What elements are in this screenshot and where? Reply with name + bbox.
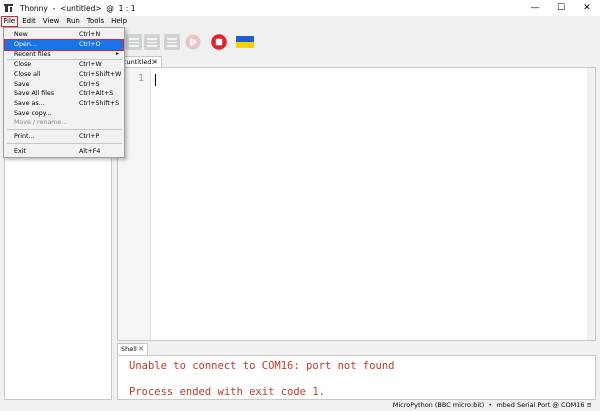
menu-run[interactable]: Run [63,16,83,27]
menu-file[interactable]: File [1,16,18,27]
menu-help[interactable]: Help [108,16,131,27]
minimize-button[interactable]: — [522,0,548,16]
maximize-button[interactable]: ☐ [548,0,574,16]
shell-area: Shell ✕ Unable to connect to COM16: port… [117,343,596,400]
file-menu-dropdown: New Ctrl+N Open... Ctrl+O Recent files ▸ C… [3,27,125,158]
resume-icon[interactable] [185,34,201,50]
menu-separator [7,143,122,144]
menu-bar: File Edit View Run Tools Help [0,16,600,27]
step-into-icon[interactable] [144,34,160,50]
status-bar: MicroPython (BBC micro:bit) • mbed Seria… [0,400,600,411]
shell-tab-label: Shell [121,345,137,353]
submenu-arrow-icon: ▸ [116,50,119,57]
tab-close-icon[interactable]: ✕ [152,57,158,67]
thonny-app-icon [3,2,15,14]
title-bar: Thonny - <untitled> @ 1 : 1 — ☐ ✕ [0,0,600,16]
menu-tools[interactable]: Tools [83,16,107,27]
step-out-icon[interactable] [164,34,180,50]
window-title: Thonny - <untitled> @ 1 : 1 [20,3,136,13]
shell-exit-line: Process ended with exit code 1. [129,386,325,398]
menu-item-recent-files[interactable]: Recent files ▸ [5,50,123,60]
menu-item-exit[interactable]: Exit Alt+F4 [5,147,123,157]
editor-area: <untitled> ✕ 1 [117,55,596,341]
menu-item-new[interactable]: New Ctrl+N [5,30,123,40]
shell-close-icon[interactable]: ✕ [138,344,144,355]
code-editor[interactable]: 1 [117,67,596,341]
shell-error-line: Unable to connect to COM16: port not fou… [129,360,395,372]
menu-edit[interactable]: Edit [19,16,40,27]
ukraine-flag-icon[interactable] [236,36,254,48]
line-number: 1 [137,73,144,84]
menu-item-move-rename: Move / rename... [14,119,68,126]
interpreter-status[interactable]: MicroPython (BBC micro:bit) • mbed Seria… [393,401,592,409]
menu-item-close[interactable]: Close Ctrl+W [5,60,123,70]
menu-item-close-all[interactable]: Close all Ctrl+Shift+W [5,70,123,80]
close-button[interactable]: ✕ [574,0,600,16]
menu-view[interactable]: View [39,16,63,27]
menu-item-open[interactable]: Open... Ctrl+O [4,39,124,51]
editor-scrollbar[interactable] [587,68,595,340]
shell-tab[interactable]: Shell ✕ [117,343,148,355]
menu-separator [7,129,122,130]
window-controls: — ☐ ✕ [522,0,600,16]
menu-item-save-copy[interactable]: Save copy... [5,109,123,119]
menu-item-save[interactable]: Save Ctrl+S [5,80,123,90]
editor-tabstrip: <untitled> ✕ [117,55,596,67]
thonny-window: Thonny - <untitled> @ 1 : 1 — ☐ ✕ File E… [0,0,600,411]
menu-item-save-all[interactable]: Save All files Ctrl+Alt+S [5,89,123,99]
step-over-icon[interactable] [126,34,142,50]
shell-console[interactable]: Unable to connect to COM16: port not fou… [117,355,596,400]
menu-item-save-as[interactable]: Save as... Ctrl+Shift+S [5,99,123,109]
stop-icon[interactable] [211,34,227,50]
text-cursor [155,74,156,86]
menu-item-print[interactable]: Print... Ctrl+P [5,132,123,142]
